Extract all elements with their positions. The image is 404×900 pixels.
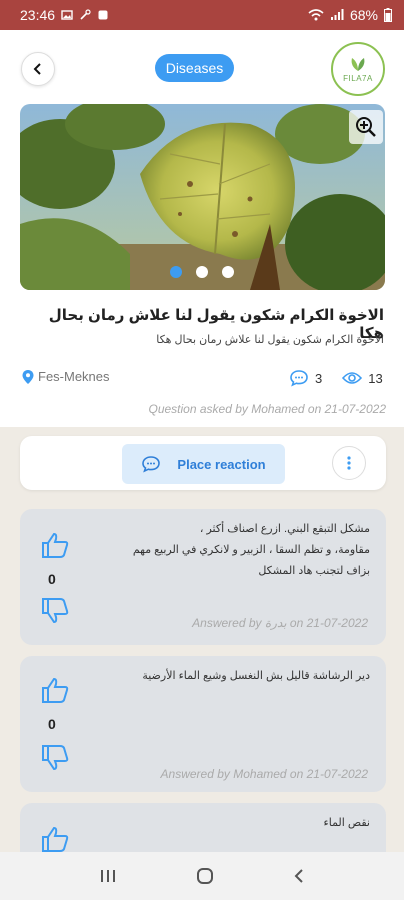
category-pill[interactable]: Diseases [155, 54, 234, 82]
answer-line: نقص الماء [323, 817, 370, 829]
more-options-button[interactable] [332, 446, 366, 480]
location-label: Fes-Meknes [38, 369, 110, 384]
question-image[interactable] [20, 104, 385, 290]
recent-apps-icon[interactable] [99, 868, 117, 884]
answer-text: نقص الماء [100, 813, 370, 834]
answer-text: دير الرشاشة قاليل بش النغسل وشيع الماء ا… [100, 666, 370, 687]
vote-count: 0 [48, 571, 56, 587]
pager-dot[interactable] [170, 266, 182, 278]
pager-dot[interactable] [196, 266, 208, 278]
answer-line: دير الرشاشة قاليل بش النغسل وشيع الماء ا… [142, 670, 370, 682]
tools-notification-icon [80, 9, 91, 20]
answer-line: مقاومة، و تظم السقا ، الزبير و لانكري في… [132, 544, 370, 556]
app-notification-icon [98, 10, 108, 20]
home-icon[interactable] [196, 867, 214, 885]
battery-percent: 68% [349, 7, 378, 23]
leaf-photo [20, 104, 385, 290]
image-notification-icon [61, 10, 73, 20]
system-nav-bar [0, 852, 404, 900]
thumbs-up-icon[interactable] [40, 676, 70, 704]
answer-line: بزاف لتجنب هاد المشكل [258, 565, 370, 577]
comments-count: 3 [315, 370, 323, 386]
place-reaction-button[interactable]: Place reaction [122, 444, 285, 484]
thumbs-down-icon[interactable] [40, 597, 70, 625]
question-description: الاخوة الكرام شكون يقول لنا علاش رمان بح… [156, 334, 384, 346]
status-time: 23:46 [20, 7, 56, 23]
signal-icon [330, 9, 344, 20]
answered-by: Answered by Mohamed on 21-07-2022 [160, 767, 368, 781]
leaf-logo-icon [351, 57, 365, 71]
comment-icon [290, 370, 308, 387]
location-pin-icon [22, 369, 34, 384]
eye-icon [342, 372, 363, 384]
wifi-icon [308, 9, 324, 21]
answered-by: Answered by بدرة on 21-07-2022 [192, 616, 368, 630]
comment-icon [142, 456, 161, 473]
views-stat: 13 [342, 370, 383, 386]
location: Fes-Meknes [22, 369, 110, 384]
answer-card: 0 دير الرشاشة قاليل بش النغسل وشيع الماء… [20, 656, 386, 792]
thumbs-up-icon[interactable] [40, 825, 70, 853]
views-count: 13 [368, 370, 383, 386]
zoom-button[interactable] [349, 110, 383, 144]
vote-count: 0 [48, 716, 56, 732]
place-reaction-label: Place reaction [177, 456, 266, 472]
battery-icon [384, 8, 392, 22]
answer-line: مشكل التبقع البني. ازرع اصناف أكثر ، [199, 523, 370, 535]
answer-text: مشكل التبقع البني. ازرع اصناف أكثر ، مقا… [100, 519, 370, 582]
back-nav-icon[interactable] [293, 868, 305, 884]
thumbs-up-icon[interactable] [40, 531, 70, 559]
question-card: Diseases FILA7A الاخوة الكرام شكون يقول … [0, 30, 404, 427]
status-bar: 23:46 68% [0, 0, 404, 30]
app-logo: FILA7A [331, 42, 385, 96]
logo-text: FILA7A [343, 73, 373, 83]
chevron-left-icon [33, 63, 41, 75]
reaction-bar: Place reaction [20, 436, 386, 490]
asked-by: Question asked by Mohamed on 21-07-2022 [148, 402, 387, 416]
more-vertical-icon [347, 456, 351, 470]
image-pager [170, 266, 234, 278]
pager-dot[interactable] [222, 266, 234, 278]
question-stats: 3 13 [289, 369, 383, 387]
back-button[interactable] [21, 52, 55, 86]
answer-card: 0 مشكل التبقع البني. ازرع اصناف أكثر ، م… [20, 509, 386, 645]
zoom-in-icon [356, 117, 376, 137]
comments-stat[interactable]: 3 [289, 369, 322, 387]
thumbs-down-icon[interactable] [40, 744, 70, 772]
